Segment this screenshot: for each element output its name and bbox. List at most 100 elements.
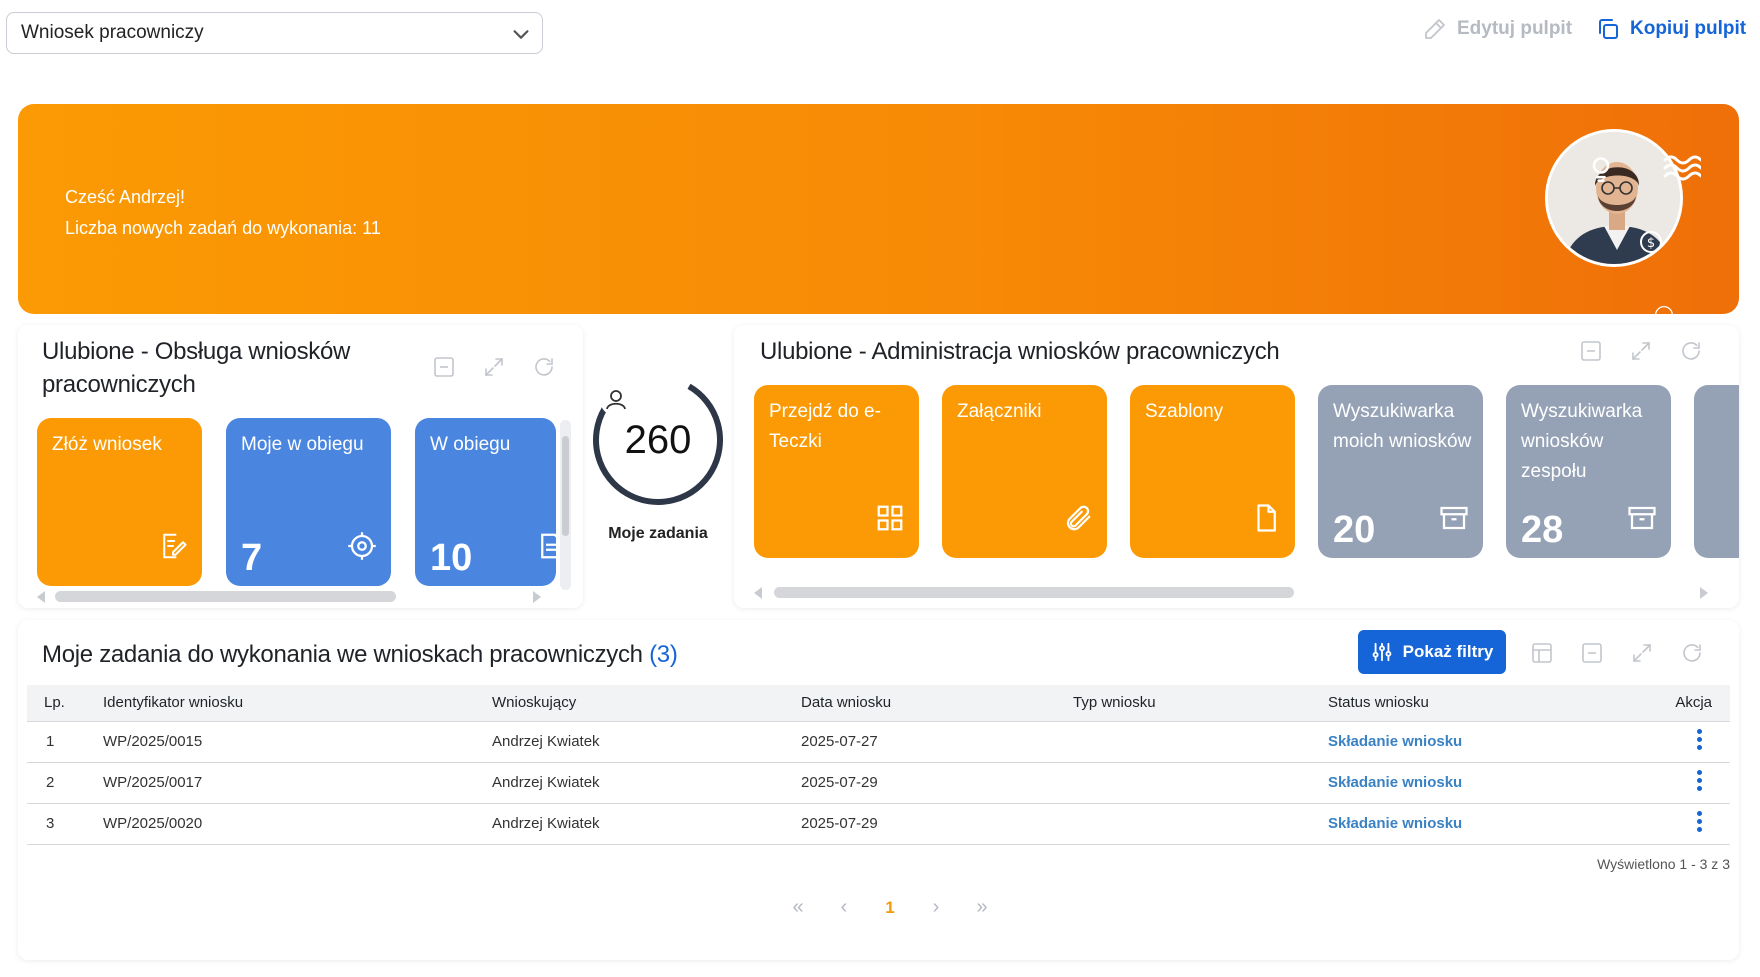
cell-identifier: WP/2025/0015 (103, 721, 492, 763)
svg-text:$: $ (1647, 236, 1655, 251)
dollar-coin-icon: $ (1640, 231, 1662, 253)
edit-document-icon (163, 533, 187, 559)
tile-label: Wyszukiwarka moich wniosków (1333, 401, 1472, 452)
minimize-icon[interactable] (1580, 641, 1604, 665)
refresh-icon[interactable] (532, 355, 556, 379)
sliders-icon (1372, 642, 1391, 662)
minimize-icon[interactable] (432, 355, 456, 379)
tile-label: W obiegu (430, 434, 511, 455)
fav-admin-tools (1579, 339, 1703, 363)
scroll-left-arrow[interactable] (37, 591, 45, 603)
archive-icon (1440, 506, 1468, 530)
cell-status[interactable]: Składanie wniosku (1328, 721, 1651, 763)
tile-submit-request[interactable]: Złóż wniosek (37, 418, 202, 586)
tile-attachments[interactable]: Załączniki (942, 385, 1107, 558)
prev-page-icon[interactable]: ‹ (821, 896, 867, 919)
col-status[interactable]: Status wniosku (1328, 685, 1651, 722)
tile-go-to-e-folder[interactable]: Przejdź do e-Teczki (754, 385, 919, 558)
horizontal-scroll-thumb[interactable] (55, 591, 396, 602)
table-header-row: Lp. Identyfikator wniosku Wnioskujący Da… (27, 685, 1730, 722)
tasks-tools (1530, 641, 1704, 665)
cell-requester: Andrzej Kwiatek (492, 803, 801, 845)
tile-partial[interactable] (1694, 385, 1739, 558)
cell-date: 2025-07-29 (801, 803, 1073, 845)
fav-service-title: Ulubione - Obsługa wniosków pracowniczyc… (42, 338, 351, 398)
target-icon (348, 532, 376, 560)
show-filters-label: Pokaż filtry (1402, 642, 1494, 661)
cell-type (1073, 803, 1328, 845)
table-row[interactable]: 3 WP/2025/0020 Andrzej Kwiatek 2025-07-2… (27, 803, 1730, 845)
horizontal-scroll-thumb[interactable] (774, 587, 1294, 598)
tile-count: 28 (1521, 509, 1564, 551)
tasks-count-line: Liczba nowych zadań do wykonania: 11 (65, 218, 381, 238)
copy-icon (1599, 19, 1618, 39)
cell-lp: 1 (27, 721, 103, 763)
tile-label: Moje w obiegu (241, 434, 364, 455)
show-filters-button[interactable]: Pokaż filtry (1358, 630, 1506, 674)
tile-in-circulation[interactable]: W obiegu 10 (415, 418, 556, 586)
scroll-right-arrow[interactable] (1700, 587, 1708, 599)
kebab-menu-icon[interactable] (1697, 767, 1703, 794)
pagination-summary: Wyświetlono 1 - 3 z 3 (1597, 856, 1730, 872)
minimize-icon[interactable] (1579, 339, 1603, 363)
first-page-icon[interactable]: « (775, 896, 821, 919)
greeting-text: Cześć Andrzej! Liczba nowych zadań do wy… (65, 182, 381, 244)
vertical-scroll-thumb[interactable] (562, 436, 569, 536)
tile-label: Szablony (1145, 401, 1224, 422)
cell-date: 2025-07-27 (801, 721, 1073, 763)
expand-icon[interactable] (1630, 641, 1654, 665)
dashboard-select[interactable]: Wniosek pracowniczy (6, 12, 543, 54)
next-page-icon[interactable]: › (913, 896, 959, 919)
cell-status[interactable]: Składanie wniosku (1328, 762, 1651, 804)
current-page[interactable]: 1 (867, 898, 913, 918)
pencil-icon (1425, 19, 1445, 39)
kebab-menu-icon[interactable] (1697, 726, 1703, 753)
col-requester[interactable]: Wnioskujący (492, 685, 801, 722)
col-lp[interactable]: Lp. (27, 685, 103, 722)
expand-icon[interactable] (482, 355, 506, 379)
pagination: « ‹ 1 › » (775, 896, 1005, 919)
scroll-left-arrow[interactable] (754, 587, 762, 599)
tile-templates[interactable]: Szablony (1130, 385, 1295, 558)
col-type[interactable]: Typ wniosku (1073, 685, 1328, 722)
layout-icon[interactable] (1530, 641, 1554, 665)
cell-type (1073, 721, 1328, 763)
last-page-icon[interactable]: » (959, 896, 1005, 919)
cell-status[interactable]: Składanie wniosku (1328, 803, 1651, 845)
row-actions-cell (1651, 762, 1730, 804)
kebab-menu-icon[interactable] (1697, 808, 1703, 835)
tile-my-requests-search[interactable]: Wyszukiwarka moich wniosków 20 (1318, 385, 1483, 558)
table-row[interactable]: 2 WP/2025/0017 Andrzej Kwiatek 2025-07-2… (27, 762, 1730, 804)
copy-dashboard-button[interactable]: Kopiuj pulpit (1596, 17, 1746, 41)
cell-identifier: WP/2025/0020 (103, 803, 492, 845)
fav-service-card: Ulubione - Obsługa wniosków pracowniczyc… (18, 325, 583, 608)
row-actions-cell (1651, 803, 1730, 845)
tile-team-requests-search[interactable]: Wyszukiwarka wniosków zespołu 28 (1506, 385, 1671, 558)
col-date[interactable]: Data wniosku (801, 685, 1073, 722)
scroll-right-arrow[interactable] (533, 591, 541, 603)
tile-count: 20 (1333, 509, 1376, 551)
refresh-icon[interactable] (1680, 641, 1704, 665)
table-row[interactable]: 1 WP/2025/0015 Andrzej Kwiatek 2025-07-2… (27, 721, 1730, 763)
edit-dashboard-button[interactable]: Edytuj pulpit (1423, 17, 1572, 41)
dashboard-select-value: Wniosek pracowniczy (21, 22, 204, 43)
col-identifier[interactable]: Identyfikator wniosku (103, 685, 492, 722)
welcome-banner: Cześć Andrzej! Liczba nowych zadań do wy… (18, 104, 1739, 314)
refresh-icon[interactable] (1679, 339, 1703, 363)
fav-admin-card: Ulubione - Administracja wniosków pracow… (734, 325, 1739, 608)
expand-icon[interactable] (1629, 339, 1653, 363)
row-actions-cell (1651, 721, 1730, 763)
vertical-scrollbar[interactable] (560, 420, 571, 590)
tasks-table: Lp. Identyfikator wniosku Wnioskujący Da… (27, 685, 1730, 845)
my-tasks-count: 260 (624, 418, 692, 462)
tile-label: Przejdź do e-Teczki (769, 401, 881, 452)
tasks-title-text: Moje zadania do wykonania we wnioskach p… (42, 641, 643, 668)
tasks-count: (3) (649, 641, 678, 668)
cell-type (1073, 762, 1328, 804)
cell-date: 2025-07-29 (801, 762, 1073, 804)
document-icon (541, 533, 556, 559)
tile-my-in-circulation[interactable]: Moje w obiegu 7 (226, 418, 391, 586)
lightbulb-icon (1592, 157, 1610, 182)
grid-icon (877, 505, 903, 531)
cell-requester: Andrzej Kwiatek (492, 762, 801, 804)
